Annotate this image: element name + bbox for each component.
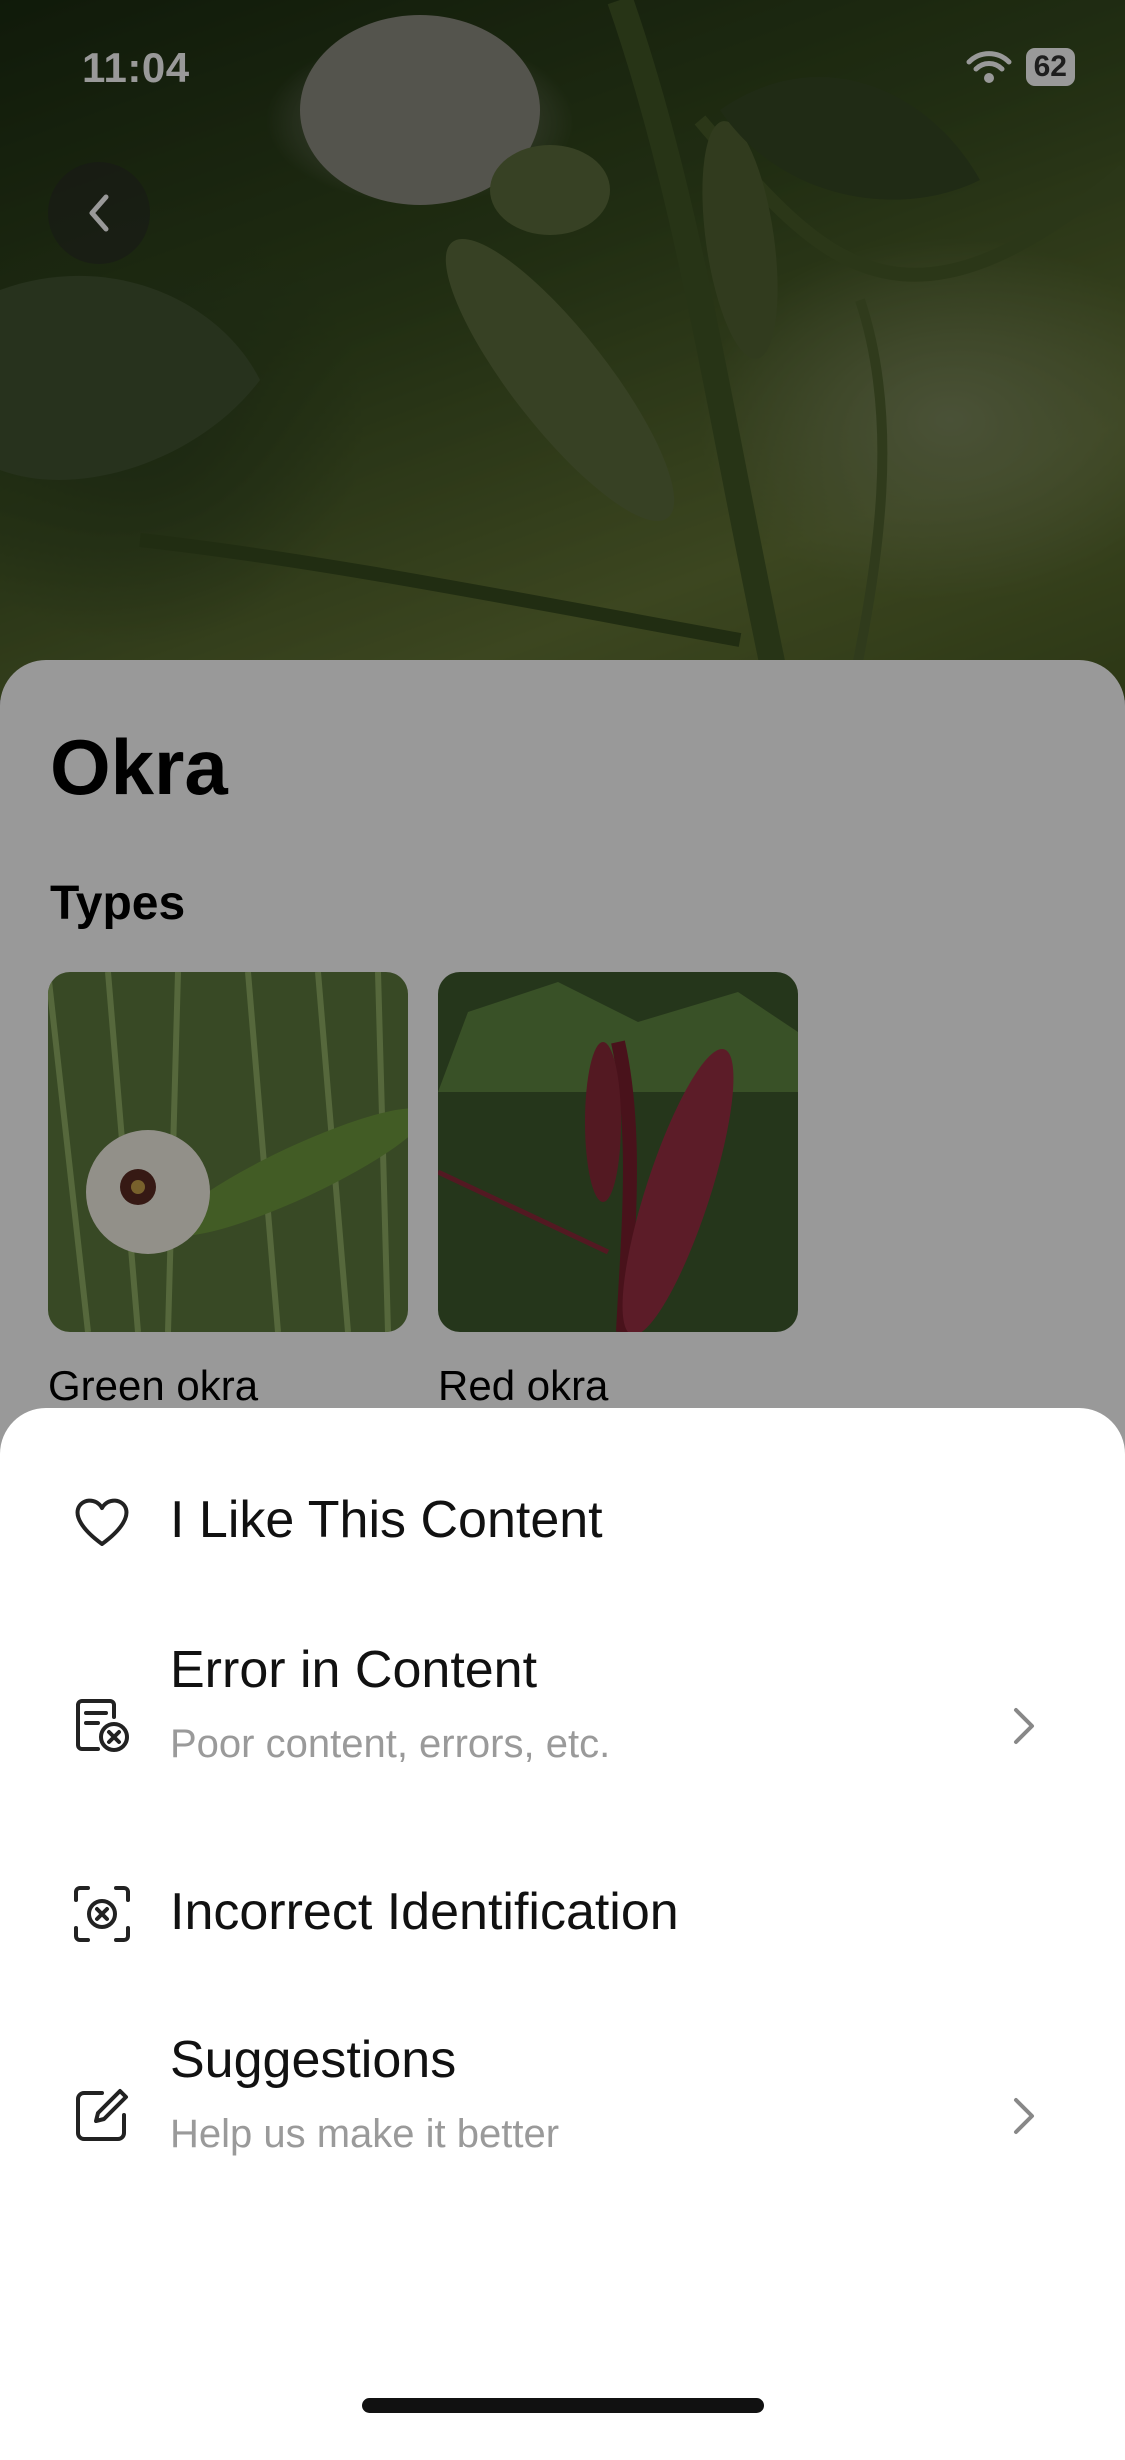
- feedback-item-incorrect-identification[interactable]: Incorrect Identification: [0, 1870, 1125, 1990]
- heart-icon: [75, 1498, 129, 1546]
- edit-icon: [76, 2089, 128, 2141]
- feedback-item-title: Error in Content: [170, 1641, 538, 1699]
- feedback-item-subtitle: Poor content, errors, etc.: [170, 1722, 611, 1766]
- document-error-icon: [76, 1699, 129, 1752]
- scan-error-icon: [74, 1886, 130, 1942]
- feedback-item-like[interactable]: I Like This Content: [0, 1478, 1125, 1598]
- feedback-bottom-sheet: I Like This Content Error in Content Poo…: [0, 1408, 1125, 2436]
- chevron-right-icon: [1014, 1708, 1034, 1744]
- chevron-right-icon: [1014, 2098, 1034, 2134]
- feedback-item-title: Suggestions: [170, 2031, 457, 2089]
- feedback-item-title: Incorrect Identification: [170, 1883, 679, 1941]
- feedback-item-suggestions[interactable]: Suggestions Help us make it better: [0, 2030, 1125, 2190]
- feedback-item-subtitle: Help us make it better: [170, 2112, 560, 2156]
- feedback-item-title: I Like This Content: [170, 1491, 603, 1549]
- feedback-item-error-in-content[interactable]: Error in Content Poor content, errors, e…: [0, 1640, 1125, 1800]
- home-indicator[interactable]: [362, 2398, 764, 2413]
